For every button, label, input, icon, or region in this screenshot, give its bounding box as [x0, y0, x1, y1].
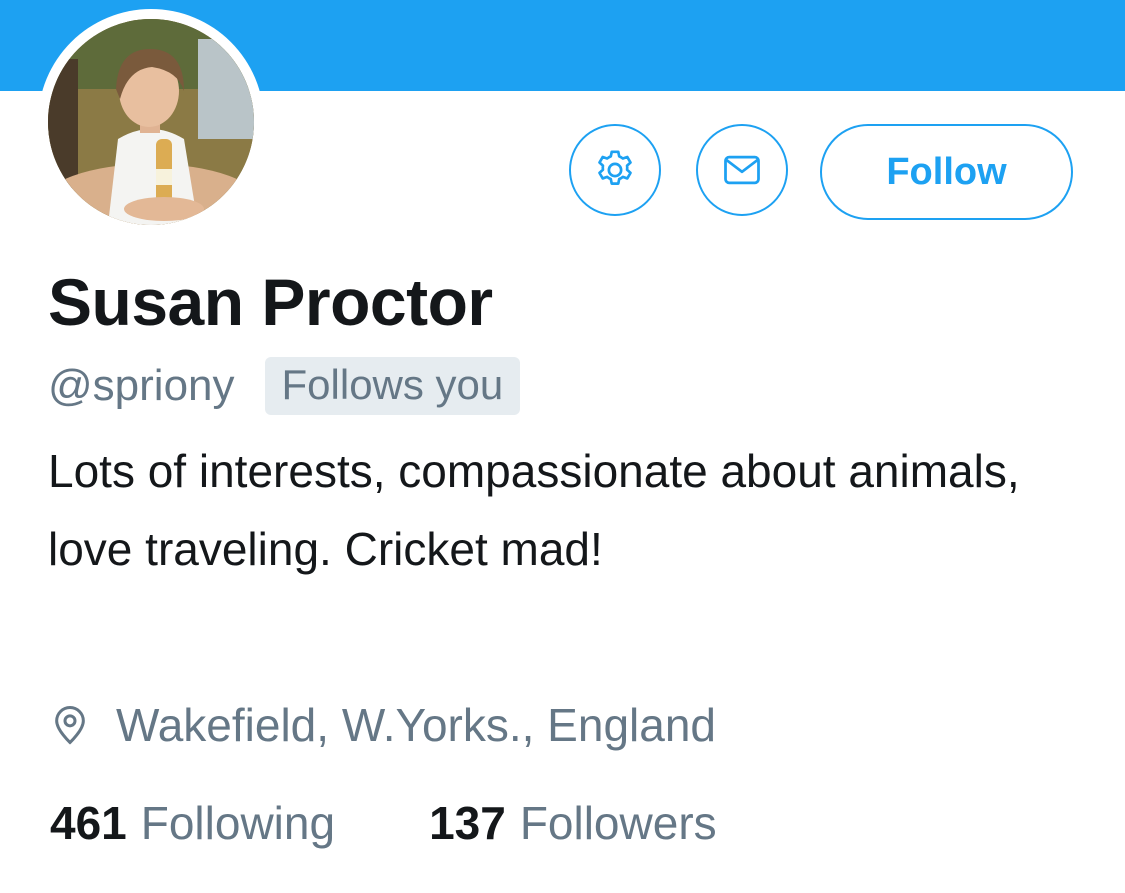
- avatar-photo: [48, 19, 254, 225]
- stats-row: 461 Following 137 Followers: [50, 788, 717, 858]
- following-count: 461: [50, 797, 127, 849]
- location-pin-icon: [55, 705, 85, 745]
- follows-you-badge: Follows you: [264, 357, 521, 415]
- handle-row: @spriony Follows you: [48, 354, 521, 418]
- message-button[interactable]: [696, 124, 788, 216]
- settings-button[interactable]: [569, 124, 661, 216]
- display-name: Susan Proctor: [48, 265, 493, 339]
- followers-stat[interactable]: 137 Followers: [429, 796, 717, 850]
- following-label: Following: [140, 797, 336, 849]
- following-stat[interactable]: 461 Following: [50, 796, 335, 850]
- followers-label: Followers: [519, 797, 717, 849]
- avatar[interactable]: [48, 19, 254, 225]
- username-handle: @spriony: [48, 361, 235, 410]
- location-row: Wakefield, W.Yorks., England: [50, 690, 716, 760]
- follow-button[interactable]: Follow: [820, 124, 1073, 220]
- gear-icon: [598, 150, 632, 185]
- followers-count: 137: [429, 797, 506, 849]
- location-text: Wakefield, W.Yorks., England: [116, 699, 716, 751]
- profile-bio: Lots of interests, compassionate about a…: [48, 445, 1020, 575]
- envelope-icon: [724, 155, 760, 185]
- avatar-frame: [38, 9, 264, 235]
